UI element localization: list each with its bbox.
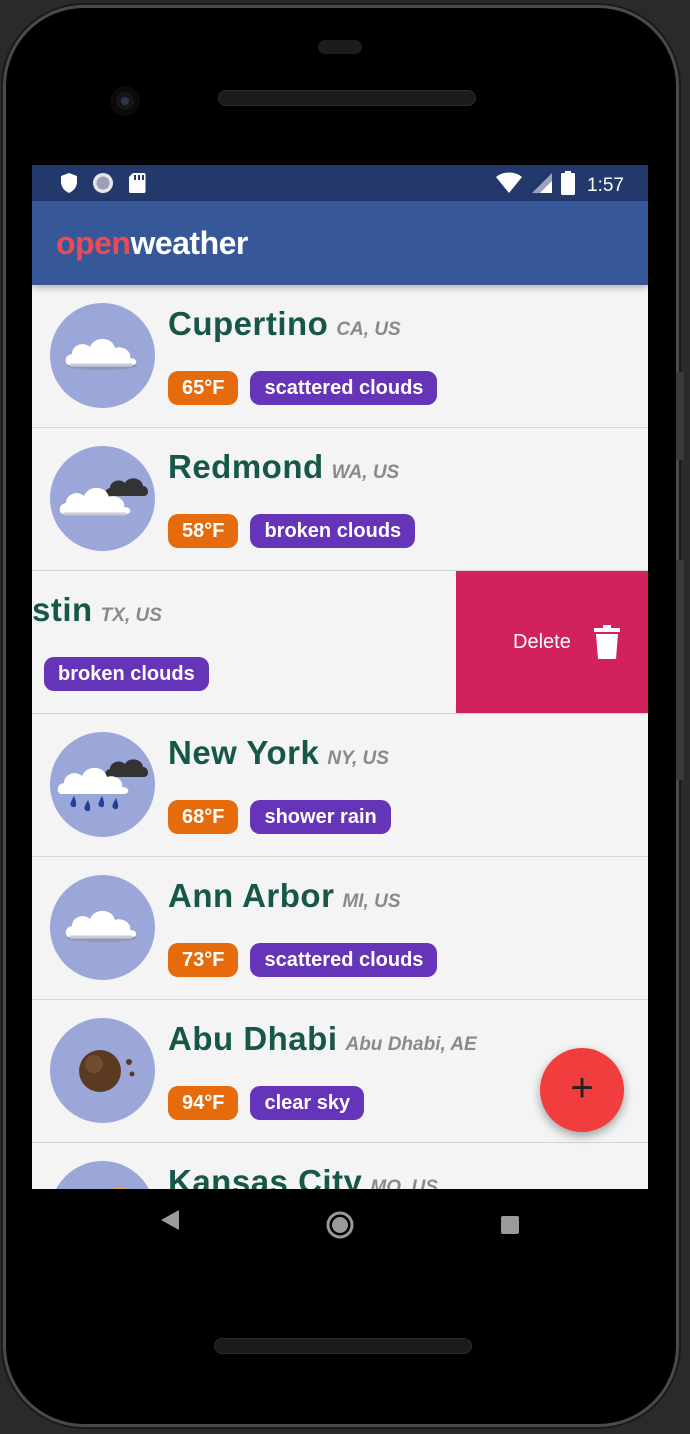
brand-weather-text: weather [130, 225, 248, 261]
add-city-button[interactable]: + [540, 1048, 624, 1132]
weather-avatar [50, 1018, 155, 1123]
city-name-text: Ann Arbor [168, 877, 335, 914]
status-bar: 1:57 [32, 165, 648, 201]
wifi-icon [495, 172, 523, 199]
city-region: MI, US [342, 891, 401, 912]
city-name-text: New York [168, 734, 320, 771]
volume-button [676, 560, 684, 780]
signal-icon [531, 172, 553, 199]
scattered-clouds-icon [65, 338, 137, 370]
city-name-text: Abu Dhabi [168, 1020, 338, 1057]
city-region: TX, US [100, 605, 162, 626]
app-logo: openweather [56, 225, 248, 262]
city-name-text: stin [32, 591, 93, 628]
city-region: NY, US [327, 748, 389, 769]
app-bar: openweather [32, 201, 648, 285]
few-clouds-icon [112, 1187, 128, 1189]
weather-avatar [50, 732, 155, 837]
weather-avatar [50, 1161, 155, 1189]
city-row-ann-arbor[interactable]: Ann Arbor MI, US 73°F scattered clouds [32, 857, 648, 1000]
delete-label: Delete [513, 631, 571, 653]
city-name: Ann Arbor MI, US [168, 877, 401, 915]
trash-icon [594, 625, 620, 664]
city-row-cupertino[interactable]: Cupertino CA, US 65°F scattered clouds [32, 285, 648, 428]
home-icon[interactable] [326, 1211, 354, 1244]
condition-chip: clear sky [250, 1086, 365, 1120]
battery-icon [561, 171, 576, 200]
navigation-bar [32, 1189, 648, 1259]
brand-open-text: open [56, 225, 131, 261]
shower-rain-icon [57, 759, 149, 812]
city-name: Cupertino CA, US [168, 305, 401, 343]
clock: 1:57 [587, 174, 624, 196]
top-speaker [218, 90, 476, 106]
front-camera [110, 86, 140, 116]
sync-icon [92, 172, 114, 199]
temperature-chip: 58°F [168, 514, 239, 548]
recent-apps-icon[interactable] [500, 1215, 520, 1240]
temperature-chip: 94°F [168, 1086, 239, 1120]
temperature-chip: 65°F [168, 371, 239, 405]
city-row-austin[interactable]: stinTX, US F broken clouds Delete [32, 571, 648, 714]
clear-sky-icon [79, 1050, 135, 1092]
city-region: WA, US [331, 462, 400, 483]
delete-button[interactable]: Delete [456, 571, 648, 713]
weather-avatar [50, 303, 155, 408]
shield-icon [60, 172, 78, 199]
earpiece-bump [318, 40, 362, 54]
city-name-text: Redmond [168, 448, 324, 485]
weather-avatar [50, 446, 155, 551]
scattered-clouds-icon [65, 910, 137, 942]
city-name-text: Cupertino [168, 305, 329, 342]
city-name: Redmond WA, US [168, 448, 399, 486]
power-button [676, 372, 684, 460]
back-icon[interactable] [160, 1209, 180, 1236]
condition-chip: broken clouds [250, 514, 416, 548]
broken-clouds-icon [59, 478, 149, 516]
condition-chip: scattered clouds [250, 943, 438, 977]
screen: 1:57 openweather Cupertino CA, US 65°F s… [32, 165, 648, 1189]
weather-avatar [50, 875, 155, 980]
city-region: Abu Dhabi, AE [345, 1034, 477, 1055]
city-region: CA, US [336, 319, 401, 340]
city-name-text: Kansas City [168, 1163, 363, 1189]
condition-chip: shower rain [250, 800, 391, 834]
city-row-redmond[interactable]: Redmond WA, US 58°F broken clouds [32, 428, 648, 571]
city-region: MO, US [370, 1177, 438, 1189]
city-name: Kansas City MO, US [168, 1163, 438, 1189]
city-name: Abu Dhabi Abu Dhabi, AE [168, 1020, 477, 1058]
bottom-speaker [214, 1338, 472, 1354]
temperature-chip: 73°F [168, 943, 239, 977]
city-name: New York NY, US [168, 734, 389, 772]
condition-chip: broken clouds [44, 657, 209, 691]
sd-card-icon [128, 172, 146, 199]
plus-icon: + [570, 1066, 594, 1110]
condition-chip: scattered clouds [250, 371, 438, 405]
city-row-kansas-city[interactable]: Kansas City MO, US [32, 1143, 648, 1189]
city-name: stin TX, US [32, 591, 162, 629]
city-row-new-york[interactable]: New York NY, US 68°F shower rain [32, 714, 648, 857]
temperature-chip: 68°F [168, 800, 239, 834]
